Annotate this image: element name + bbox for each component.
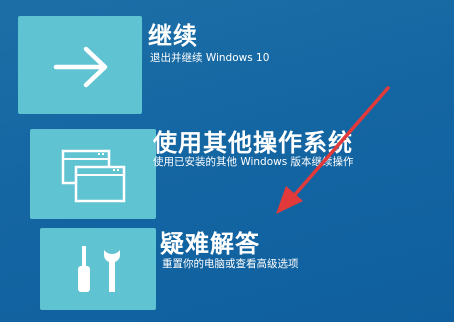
annotation-arrow-icon [276, 86, 390, 214]
